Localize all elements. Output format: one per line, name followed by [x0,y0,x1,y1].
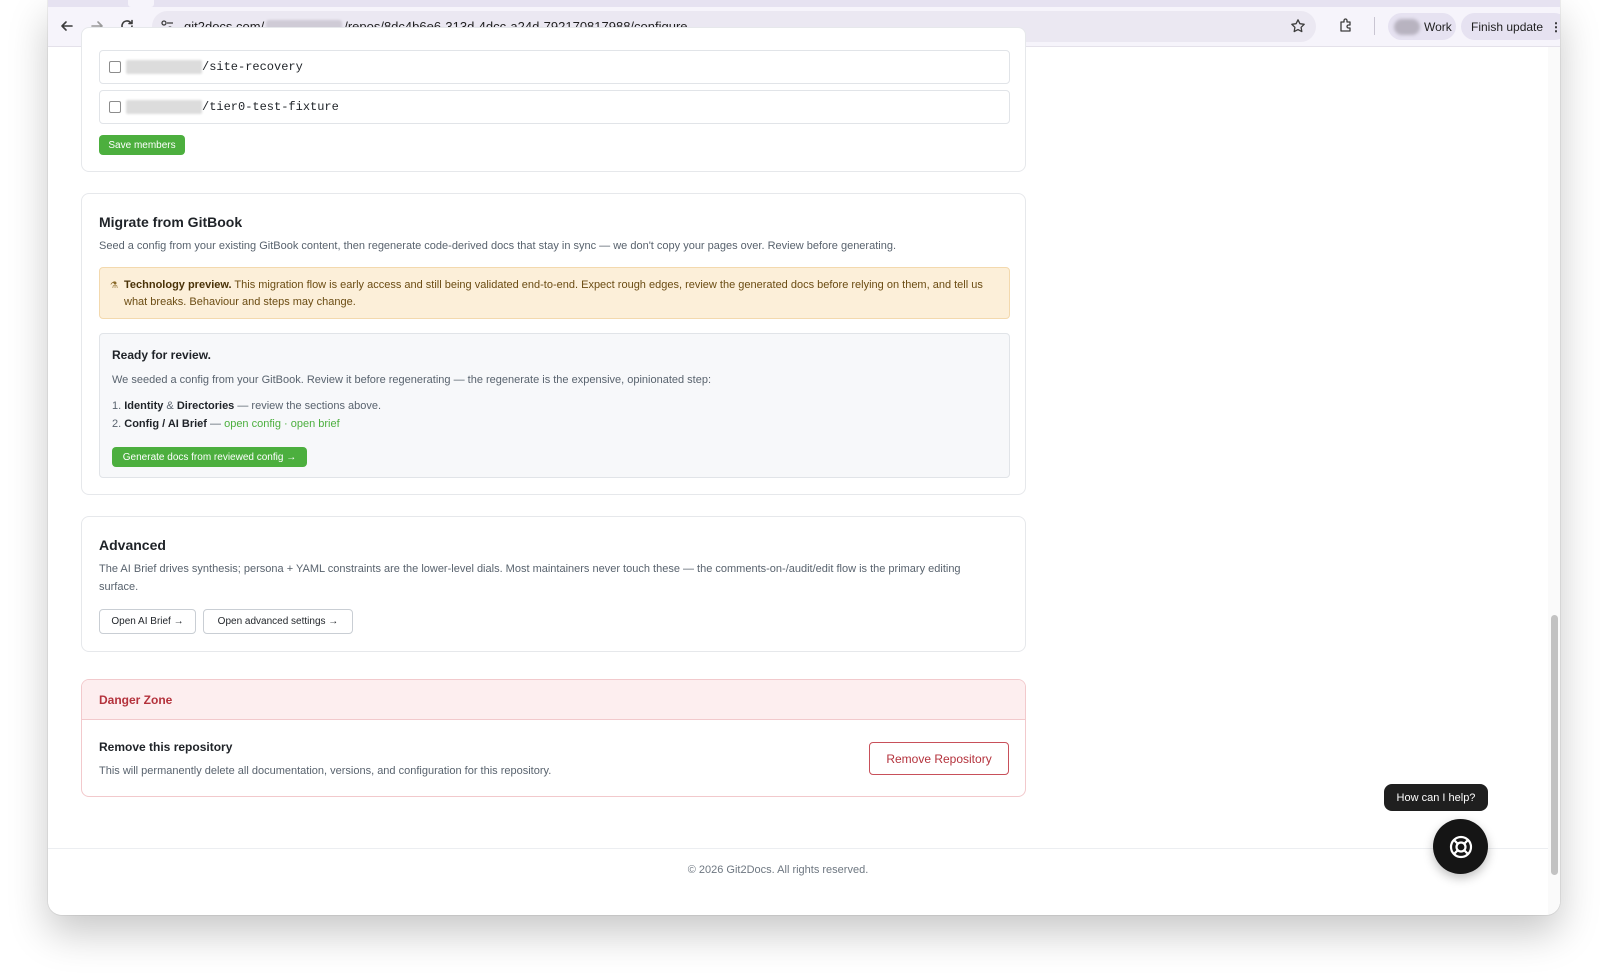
page-viewport: /site-recovery /tier0-test-fixture Save … [48,27,1560,915]
profile-chip[interactable]: Work [1388,13,1456,40]
danger-zone-title: Danger Zone [82,680,1025,720]
footer-copyright: © 2026 Git2Docs. All rights reserved. [687,864,869,876]
toolbar-divider [1374,17,1375,35]
remove-repository-title: Remove this repository [99,740,233,754]
danger-zone-card: Danger Zone Remove this repository This … [81,679,1026,797]
open-advanced-settings-button[interactable]: Open advanced settings → [203,609,353,634]
member-row[interactable]: /site-recovery [99,50,1010,84]
member-checkbox[interactable] [109,101,121,113]
back-icon[interactable] [55,14,79,38]
tab-strip [48,0,1560,7]
migrate-description: Seed a config from your existing GitBook… [99,240,896,252]
advanced-card: Advanced The AI Brief drives synthesis; … [81,516,1026,652]
lifebuoy-icon [1449,835,1472,858]
review-title: Ready for review. [112,348,211,362]
step-dash: — [206,417,225,430]
link-separator: · [280,417,291,430]
avatar [1394,18,1420,35]
save-members-button[interactable]: Save members [99,135,185,155]
remove-repository-description: This will permanently delete all documen… [99,765,552,777]
redacted-owner [126,60,202,74]
open-config-link[interactable]: open config [224,418,281,430]
member-name: /tier0-test-fixture [202,100,339,114]
generate-docs-button[interactable]: Generate docs from reviewed config → [112,447,307,467]
migrate-title: Migrate from GitBook [99,214,243,230]
members-card: /site-recovery /tier0-test-fixture Save … [81,27,1026,172]
warning-bold: Technology preview. [124,279,232,291]
extensions-icon[interactable] [1338,17,1354,33]
review-step-2: 2. Config / AI Brief — open config · ope… [112,416,381,434]
help-tooltip: How can I help? [1384,784,1488,811]
step-config-brief: Config / AI Brief [124,417,207,430]
remove-repository-button[interactable]: Remove Repository [869,742,1009,775]
review-steps: 1. Identity & Directories — review the s… [112,398,381,433]
open-brief-link[interactable]: open brief [291,418,340,430]
member-checkbox[interactable] [109,61,121,73]
flask-icon: ⚗ [110,280,119,290]
footer-divider [48,848,1548,849]
ready-for-review-panel: Ready for review. We seeded a config fro… [99,333,1010,478]
step-identity: Identity [124,400,164,412]
active-tab[interactable] [128,0,154,7]
profile-label: Work [1424,19,1452,34]
bookmark-star-icon[interactable] [1290,18,1306,34]
step-number: 2. [112,417,122,430]
open-ai-brief-button[interactable]: Open AI Brief → [99,609,196,634]
scrollbar-thumb[interactable] [1551,615,1558,875]
browser-window: git2docs.com/ /repos/8dc4b6e6-313d-4dcc-… [48,0,1560,915]
technology-preview-warning: ⚗ Technology preview. This migration flow… [99,267,1010,319]
review-step-1: 1. Identity & Directories — review the s… [112,398,381,416]
advanced-description: The AI Brief drives synthesis; persona +… [99,563,961,593]
review-intro: We seeded a config from your GitBook. Re… [112,374,712,386]
help-button[interactable] [1433,819,1488,874]
redacted-owner [126,100,202,114]
scrollbar[interactable] [1548,47,1560,915]
member-row[interactable]: /tier0-test-fixture [99,90,1010,124]
step-number: 1. [112,400,122,412]
warning-text: This migration flow is early access and … [124,279,983,308]
advanced-title: Advanced [99,537,166,553]
member-name: /site-recovery [202,60,303,74]
step-text: — review the sections above. [234,400,382,412]
step-ampersand: & [163,400,177,412]
finish-update-button[interactable]: Finish update ⋮ [1461,13,1560,40]
finish-update-label: Finish update [1471,19,1544,34]
step-directories: Directories [176,400,235,412]
migrate-card: Migrate from GitBook Seed a config from … [81,193,1026,495]
more-icon[interactable]: ⋮ [1550,20,1560,34]
